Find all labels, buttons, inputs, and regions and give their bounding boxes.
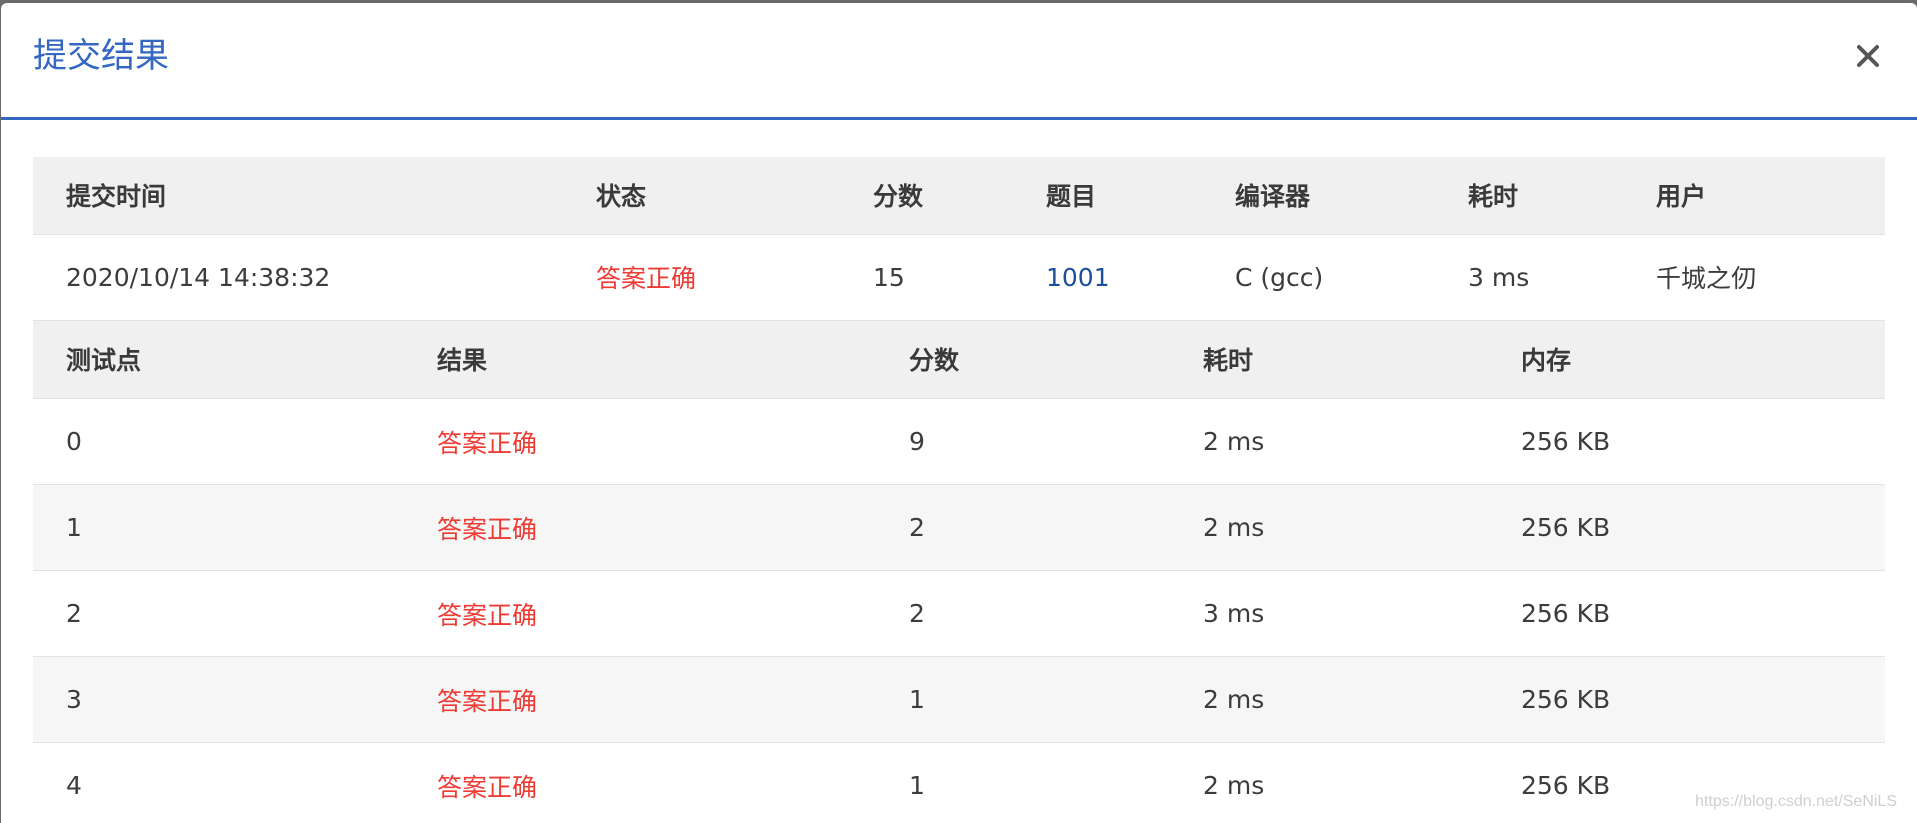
summary-row: 2020/10/14 14:38:32 答案正确 15 1001 C (gcc)…: [33, 234, 1885, 320]
test-result: 答案正确: [404, 484, 876, 571]
table-row: 3 答案正确 1 2 ms 256 KB: [33, 656, 1885, 743]
header-compiler: 编译器: [1202, 157, 1435, 234]
header-test-score: 分数: [876, 320, 1170, 399]
table-row: 2 答案正确 2 3 ms 256 KB: [33, 570, 1885, 657]
submit-time: 2020/10/14 14:38:32: [66, 262, 331, 292]
test-memory: 256 KB: [1488, 398, 1885, 485]
header-status: 状态: [563, 157, 840, 234]
header-submit-time: 提交时间: [33, 157, 563, 234]
submission-result-dialog: 提交结果 提交时间 状态 分数 题目 编译器 耗时 用户 2020/10/14 …: [1, 3, 1917, 823]
test-time: 2 ms: [1170, 656, 1488, 743]
watermark: https://blog.csdn.net/SeNiLS: [1695, 793, 1897, 810]
header-result: 结果: [404, 320, 876, 399]
summary-table: 提交时间 状态 分数 题目 编译器 耗时 用户 2020/10/14 14:38…: [33, 157, 1885, 321]
test-time: 2 ms: [1170, 742, 1488, 823]
test-time: 3 ms: [1170, 570, 1488, 657]
header-test-point: 测试点: [33, 320, 404, 399]
close-icon: [1857, 45, 1879, 67]
table-row: 0 答案正确 9 2 ms 256 KB: [33, 398, 1885, 485]
test-point: 2: [33, 570, 404, 657]
test-result: 答案正确: [404, 570, 876, 657]
test-result: 答案正确: [404, 742, 876, 823]
header-score: 分数: [840, 157, 1013, 234]
problem-link[interactable]: 1001: [1013, 234, 1202, 320]
dialog-title: 提交结果: [33, 36, 169, 76]
test-memory: 256 KB: [1488, 656, 1885, 743]
dialog-header: 提交结果: [1, 3, 1917, 120]
test-point: 0: [33, 398, 404, 485]
test-memory: 256 KB: [1488, 484, 1885, 571]
test-memory: 256 KB: [1488, 570, 1885, 657]
test-point: 4: [33, 742, 404, 823]
test-point: 1: [33, 484, 404, 571]
header-problem: 题目: [1013, 157, 1202, 234]
table-row: 4 答案正确 1 2 ms 256 KB: [33, 742, 1885, 823]
summary-header-row: 提交时间 状态 分数 题目 编译器 耗时 用户: [33, 157, 1885, 234]
test-score: 2: [876, 570, 1170, 657]
test-score: 2: [876, 484, 1170, 571]
duration: 3 ms: [1468, 262, 1530, 292]
test-result: 答案正确: [404, 656, 876, 743]
status-badge: 答案正确: [596, 264, 697, 293]
compiler: C (gcc): [1235, 262, 1324, 292]
tests-header-row: 测试点 结果 分数 耗时 内存: [33, 320, 1885, 399]
dialog-body: 提交时间 状态 分数 题目 编译器 耗时 用户 2020/10/14 14:38…: [33, 157, 1885, 823]
test-time: 2 ms: [1170, 484, 1488, 571]
test-score: 1: [876, 656, 1170, 743]
header-test-time: 耗时: [1170, 320, 1488, 399]
header-duration: 耗时: [1435, 157, 1623, 234]
test-score: 1: [876, 742, 1170, 823]
table-row: 1 答案正确 2 2 ms 256 KB: [33, 484, 1885, 571]
test-score: 9: [876, 398, 1170, 485]
test-time: 2 ms: [1170, 398, 1488, 485]
user: 千城之仞: [1656, 264, 1757, 293]
header-user: 用户: [1623, 157, 1885, 234]
header-memory: 内存: [1488, 320, 1885, 399]
close-button[interactable]: [1853, 41, 1883, 71]
test-result: 答案正确: [404, 398, 876, 485]
test-cases-table: 测试点 结果 分数 耗时 内存 0 答案正确 9 2 ms 256 KB 1 答: [33, 320, 1885, 823]
test-point: 3: [33, 656, 404, 743]
total-score: 15: [873, 262, 905, 292]
